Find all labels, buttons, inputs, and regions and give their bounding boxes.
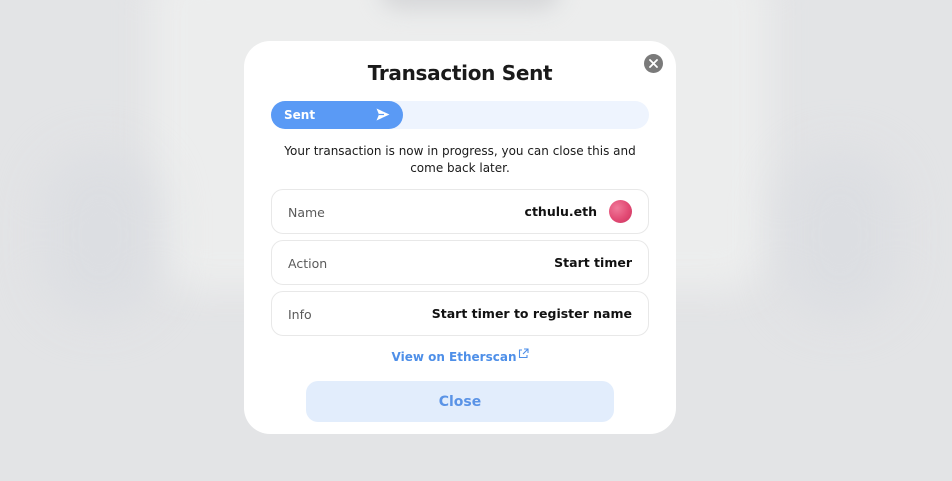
- background-left-shape: [40, 150, 160, 320]
- avatar: [609, 200, 632, 223]
- detail-row-action: Action Start timer: [271, 240, 649, 285]
- progress-label: Sent: [284, 108, 316, 122]
- status-description: Your transaction is now in progress, you…: [284, 144, 636, 175]
- row-value: cthulu.eth: [524, 204, 597, 219]
- progress-fill: Sent: [271, 101, 403, 129]
- row-value: Start timer: [554, 255, 632, 270]
- close-x-glyph: [649, 59, 658, 68]
- link-text: View on Etherscan: [391, 350, 517, 364]
- row-label: Name: [288, 205, 325, 220]
- external-link-icon: [518, 348, 529, 359]
- close-icon[interactable]: [644, 54, 663, 73]
- view-on-etherscan-link[interactable]: View on Etherscan: [244, 348, 676, 364]
- background-right-shape: [780, 150, 900, 320]
- progress-bar: Sent: [271, 101, 649, 129]
- detail-row-name: Name cthulu.eth: [271, 189, 649, 234]
- background-top-shape: [380, 0, 560, 10]
- row-value: Start timer to register name: [431, 306, 632, 321]
- row-label: Info: [288, 307, 312, 322]
- transaction-modal: Transaction Sent Sent Your transaction i…: [244, 41, 676, 434]
- send-arrow-icon: [376, 108, 390, 121]
- close-button[interactable]: Close: [306, 381, 614, 422]
- detail-row-info: Info Start timer to register name: [271, 291, 649, 336]
- row-label: Action: [288, 256, 328, 271]
- modal-title: Transaction Sent: [367, 61, 553, 85]
